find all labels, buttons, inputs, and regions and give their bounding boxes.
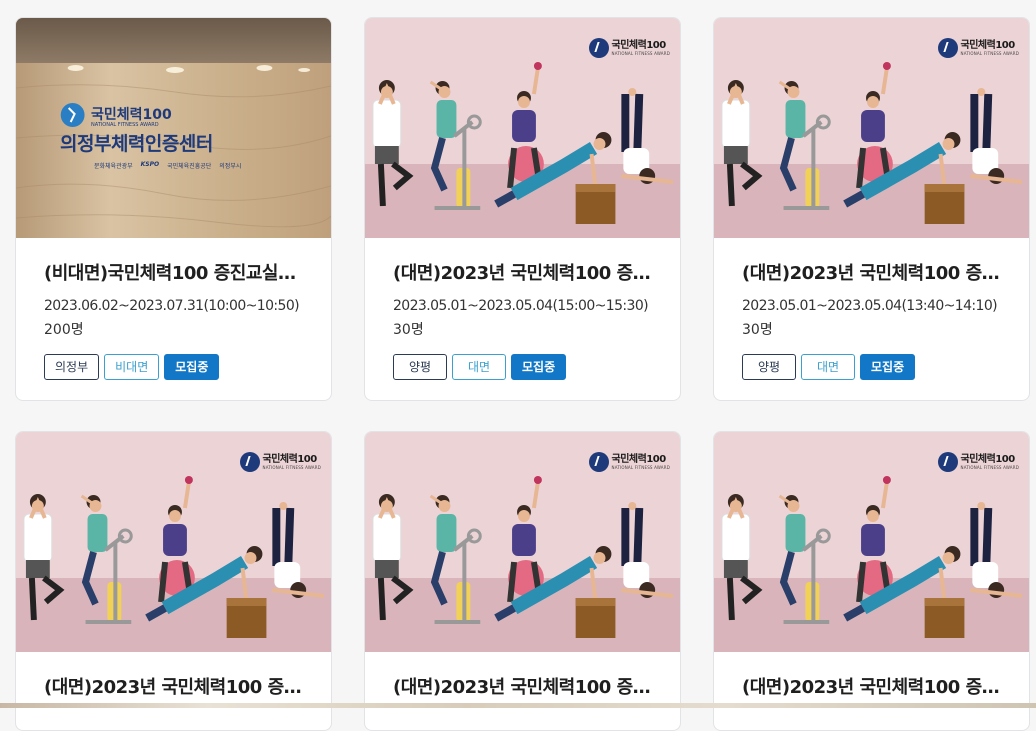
runner-icon [588,38,609,58]
card-date: 2023.06.02~2023.07.31(10:00~10:50) [44,298,300,314]
fitness-100-logo: 국민체력100 NATIONAL FITNESS AWARD [588,38,670,58]
photo-sponsor-logos: 문화체육관광부 KSPO 국민체육진흥공단 의정부시 [94,161,241,170]
region-tag: 양평 [742,354,796,380]
runner-icon [239,452,260,472]
card-date: 2023.05.01~2023.05.04(13:40~14:10) [742,298,998,314]
fitness-100-logo: 국민체력100 NATIONAL FITNESS AWARD [588,452,670,472]
logo-kspo: KSPO [140,161,160,168]
card-thumbnail-illustration: 국민체력100 NATIONAL FITNESS AWARD [714,432,1029,652]
fitness-100-logo: 국민체력100 NATIONAL FITNESS AWARD [239,452,321,472]
logo-name: 국민체력100 [960,453,1016,465]
logo-name: 국민체력100 [262,453,318,465]
logo-kspo-name: 국민체육진흥공단 [167,163,212,170]
status-tag: 모집중 [511,354,567,380]
card-capacity: 30명 [393,322,424,338]
runner-icon [588,452,609,472]
status-tag: 모집중 [860,354,916,380]
card-title[interactable]: (대면)2023년 국민체력100 증진교실 [742,676,1001,700]
logo-subtext: NATIONAL FITNESS AWARD [960,464,1019,470]
logo-name: 국민체력100 [960,39,1016,51]
mode-tag: 대면 [452,354,506,380]
logo-subtext: NATIONAL FITNESS AWARD [960,50,1019,56]
page-bottom-edge [0,703,1036,708]
program-card[interactable]: 국민체력100 NATIONAL FITNESS AWARD (대면)2023년… [364,431,681,731]
logo-name: 국민체력100 [611,39,667,51]
mode-tag: 대면 [801,354,855,380]
card-title[interactable]: (비대면)국민체력100 증진교실(의정부) [44,262,303,286]
card-date: 2023.05.01~2023.05.04(15:00~15:30) [393,298,649,314]
photo-brand-text: 국민체력100 [91,107,172,123]
card-thumbnail-illustration: 국민체력100 NATIONAL FITNESS AWARD [365,432,680,652]
card-thumbnail-illustration: 국민체력100 NATIONAL FITNESS AWARD [16,432,331,652]
mode-tag: 비대면 [104,354,160,380]
runner-icon [937,38,958,58]
photo-center-name: 의정부체력인증센터 [60,133,213,155]
card-tags: 의정부 비대면 모집중 [44,354,303,400]
card-capacity: 30명 [742,322,773,338]
logo-ministry: 문화체육관광부 [94,163,133,170]
fitness-100-logo: 국민체력100 NATIONAL FITNESS AWARD [937,452,1019,472]
card-capacity: 200명 [44,322,84,338]
logo-subtext: NATIONAL FITNESS AWARD [611,464,670,470]
region-tag: 의정부 [44,354,100,380]
status-tag: 모집중 [164,354,220,380]
card-title[interactable]: (대면)2023년 국민체력100 증진교실(양평) [742,262,1001,286]
card-thumbnail-illustration: 국민체력100 NATIONAL FITNESS AWARD [365,18,680,238]
region-tag: 양평 [393,354,447,380]
logo-subtext: NATIONAL FITNESS AWARD [611,50,670,56]
logo-city: 의정부시 [219,163,242,170]
program-card[interactable]: 국민체력100 NATIONAL FITNESS AWARD (대면)2023년… [364,17,681,401]
fitness-100-logo: 국민체력100 NATIONAL FITNESS AWARD [937,38,1019,58]
card-title[interactable]: (대면)2023년 국민체력100 증진교실(양평) [393,262,652,286]
card-title[interactable]: (대면)2023년 국민체력100 증진교실 [393,676,652,700]
program-card[interactable]: 국민체력100 NATIONAL FITNESS AWARD 의정부체력인증센터… [15,17,332,401]
card-thumbnail-photo: 국민체력100 NATIONAL FITNESS AWARD 의정부체력인증센터… [16,18,331,238]
program-card[interactable]: 국민체력100 NATIONAL FITNESS AWARD (대면)2023년… [713,17,1030,401]
logo-subtext: NATIONAL FITNESS AWARD [262,464,321,470]
program-card[interactable]: 국민체력100 NATIONAL FITNESS AWARD (대면)2023년… [713,431,1030,731]
card-tags: 양평 대면 모집중 [393,354,652,400]
photo-brand-subtext: NATIONAL FITNESS AWARD [91,122,159,128]
runner-icon [937,452,958,472]
card-title[interactable]: (대면)2023년 국민체력100 증진교실 [44,676,303,700]
logo-name: 국민체력100 [611,453,667,465]
card-tags: 양평 대면 모집중 [742,354,1001,400]
program-card-grid: 국민체력100 NATIONAL FITNESS AWARD 의정부체력인증센터… [0,0,1036,731]
card-thumbnail-illustration: 국민체력100 NATIONAL FITNESS AWARD [714,18,1029,238]
program-card[interactable]: 국민체력100 NATIONAL FITNESS AWARD (대면)2023년… [15,431,332,731]
